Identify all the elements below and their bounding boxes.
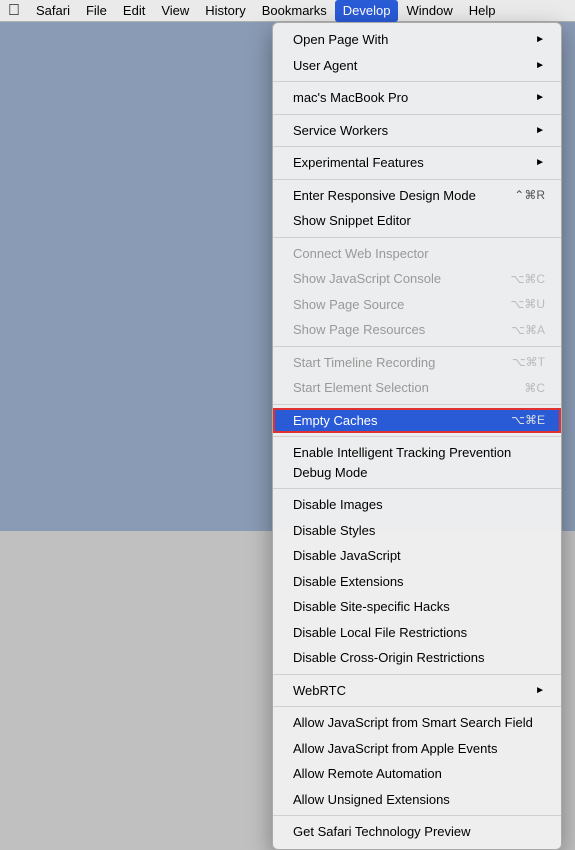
menu-item-webrtc[interactable]: WebRTC ►: [273, 678, 561, 704]
submenu-arrow-icon: ►: [535, 683, 545, 698]
menu-item-disable-cross-origin-restrictions[interactable]: Disable Cross-Origin Restrictions: [273, 645, 561, 671]
menu-item-responsive-design-mode[interactable]: Enter Responsive Design Mode ⌃⌘R: [273, 183, 561, 209]
menu-item-open-page-with[interactable]: Open Page With ►: [273, 27, 561, 53]
menu-item-user-agent[interactable]: User Agent ►: [273, 53, 561, 79]
menu-item-connect-web-inspector[interactable]: Connect Web Inspector: [273, 241, 561, 267]
menu-item-allow-unsigned-extensions[interactable]: Allow Unsigned Extensions: [273, 787, 561, 813]
menu-item-start-timeline-recording[interactable]: Start Timeline Recording ⌥⌘T: [273, 350, 561, 376]
separator: [273, 706, 561, 707]
menu-item-macbook-pro[interactable]: mac's MacBook Pro ►: [273, 85, 561, 111]
menubar-edit[interactable]: Edit: [115, 0, 153, 22]
separator: [273, 81, 561, 82]
menu-item-disable-javascript[interactable]: Disable JavaScript: [273, 543, 561, 569]
separator: [273, 146, 561, 147]
menubar-window[interactable]: Window: [398, 0, 460, 22]
menu-item-allow-js-apple-events[interactable]: Allow JavaScript from Apple Events: [273, 736, 561, 762]
separator: [273, 179, 561, 180]
menu-item-disable-images[interactable]: Disable Images: [273, 492, 561, 518]
menu-item-show-page-resources[interactable]: Show Page Resources ⌥⌘A: [273, 317, 561, 343]
separator: [273, 488, 561, 489]
submenu-arrow-icon: ►: [535, 90, 545, 105]
menubar-view[interactable]: View: [153, 0, 197, 22]
menu-item-allow-js-smart-search[interactable]: Allow JavaScript from Smart Search Field: [273, 710, 561, 736]
menu-item-disable-styles[interactable]: Disable Styles: [273, 518, 561, 544]
menubar-develop[interactable]: Develop: [335, 0, 399, 22]
develop-menu: Open Page With ► User Agent ► mac's MacB…: [272, 22, 562, 850]
separator: [273, 404, 561, 405]
desktop: Open Page With ► User Agent ► mac's MacB…: [0, 22, 575, 531]
menu-item-show-js-console[interactable]: Show JavaScript Console ⌥⌘C: [273, 266, 561, 292]
separator: [273, 237, 561, 238]
menu-item-experimental-features[interactable]: Experimental Features ►: [273, 150, 561, 176]
separator: [273, 674, 561, 675]
menu-item-get-safari-tech-preview[interactable]: Get Safari Technology Preview: [273, 819, 561, 845]
submenu-arrow-icon: ►: [535, 32, 545, 47]
menu-item-disable-site-specific-hacks[interactable]: Disable Site-specific Hacks: [273, 594, 561, 620]
menu-item-itp-debug-mode[interactable]: Enable Intelligent Tracking Prevention D…: [273, 440, 561, 485]
separator: [273, 436, 561, 437]
apple-menu-icon[interactable]: : [8, 2, 20, 20]
menu-item-service-workers[interactable]: Service Workers ►: [273, 118, 561, 144]
menu-item-start-element-selection[interactable]: Start Element Selection ⌘C: [273, 375, 561, 401]
submenu-arrow-icon: ►: [535, 155, 545, 170]
menubar-history[interactable]: History: [197, 0, 253, 22]
menubar-file[interactable]: File: [78, 0, 115, 22]
separator: [273, 346, 561, 347]
menu-item-allow-remote-automation[interactable]: Allow Remote Automation: [273, 761, 561, 787]
menubar-safari[interactable]: Safari: [28, 0, 78, 22]
menubar-bookmarks[interactable]: Bookmarks: [254, 0, 335, 22]
separator: [273, 114, 561, 115]
submenu-arrow-icon: ►: [535, 58, 545, 73]
menubar-help[interactable]: Help: [461, 0, 504, 22]
menu-item-disable-local-file-restrictions[interactable]: Disable Local File Restrictions: [273, 620, 561, 646]
menubar:  Safari File Edit View History Bookmark…: [0, 0, 575, 22]
separator: [273, 815, 561, 816]
menu-item-show-page-source[interactable]: Show Page Source ⌥⌘U: [273, 292, 561, 318]
menu-item-snippet-editor[interactable]: Show Snippet Editor: [273, 208, 561, 234]
menu-item-disable-extensions[interactable]: Disable Extensions: [273, 569, 561, 595]
submenu-arrow-icon: ►: [535, 123, 545, 138]
menu-item-empty-caches[interactable]: Empty Caches ⌥⌘E: [273, 408, 561, 434]
